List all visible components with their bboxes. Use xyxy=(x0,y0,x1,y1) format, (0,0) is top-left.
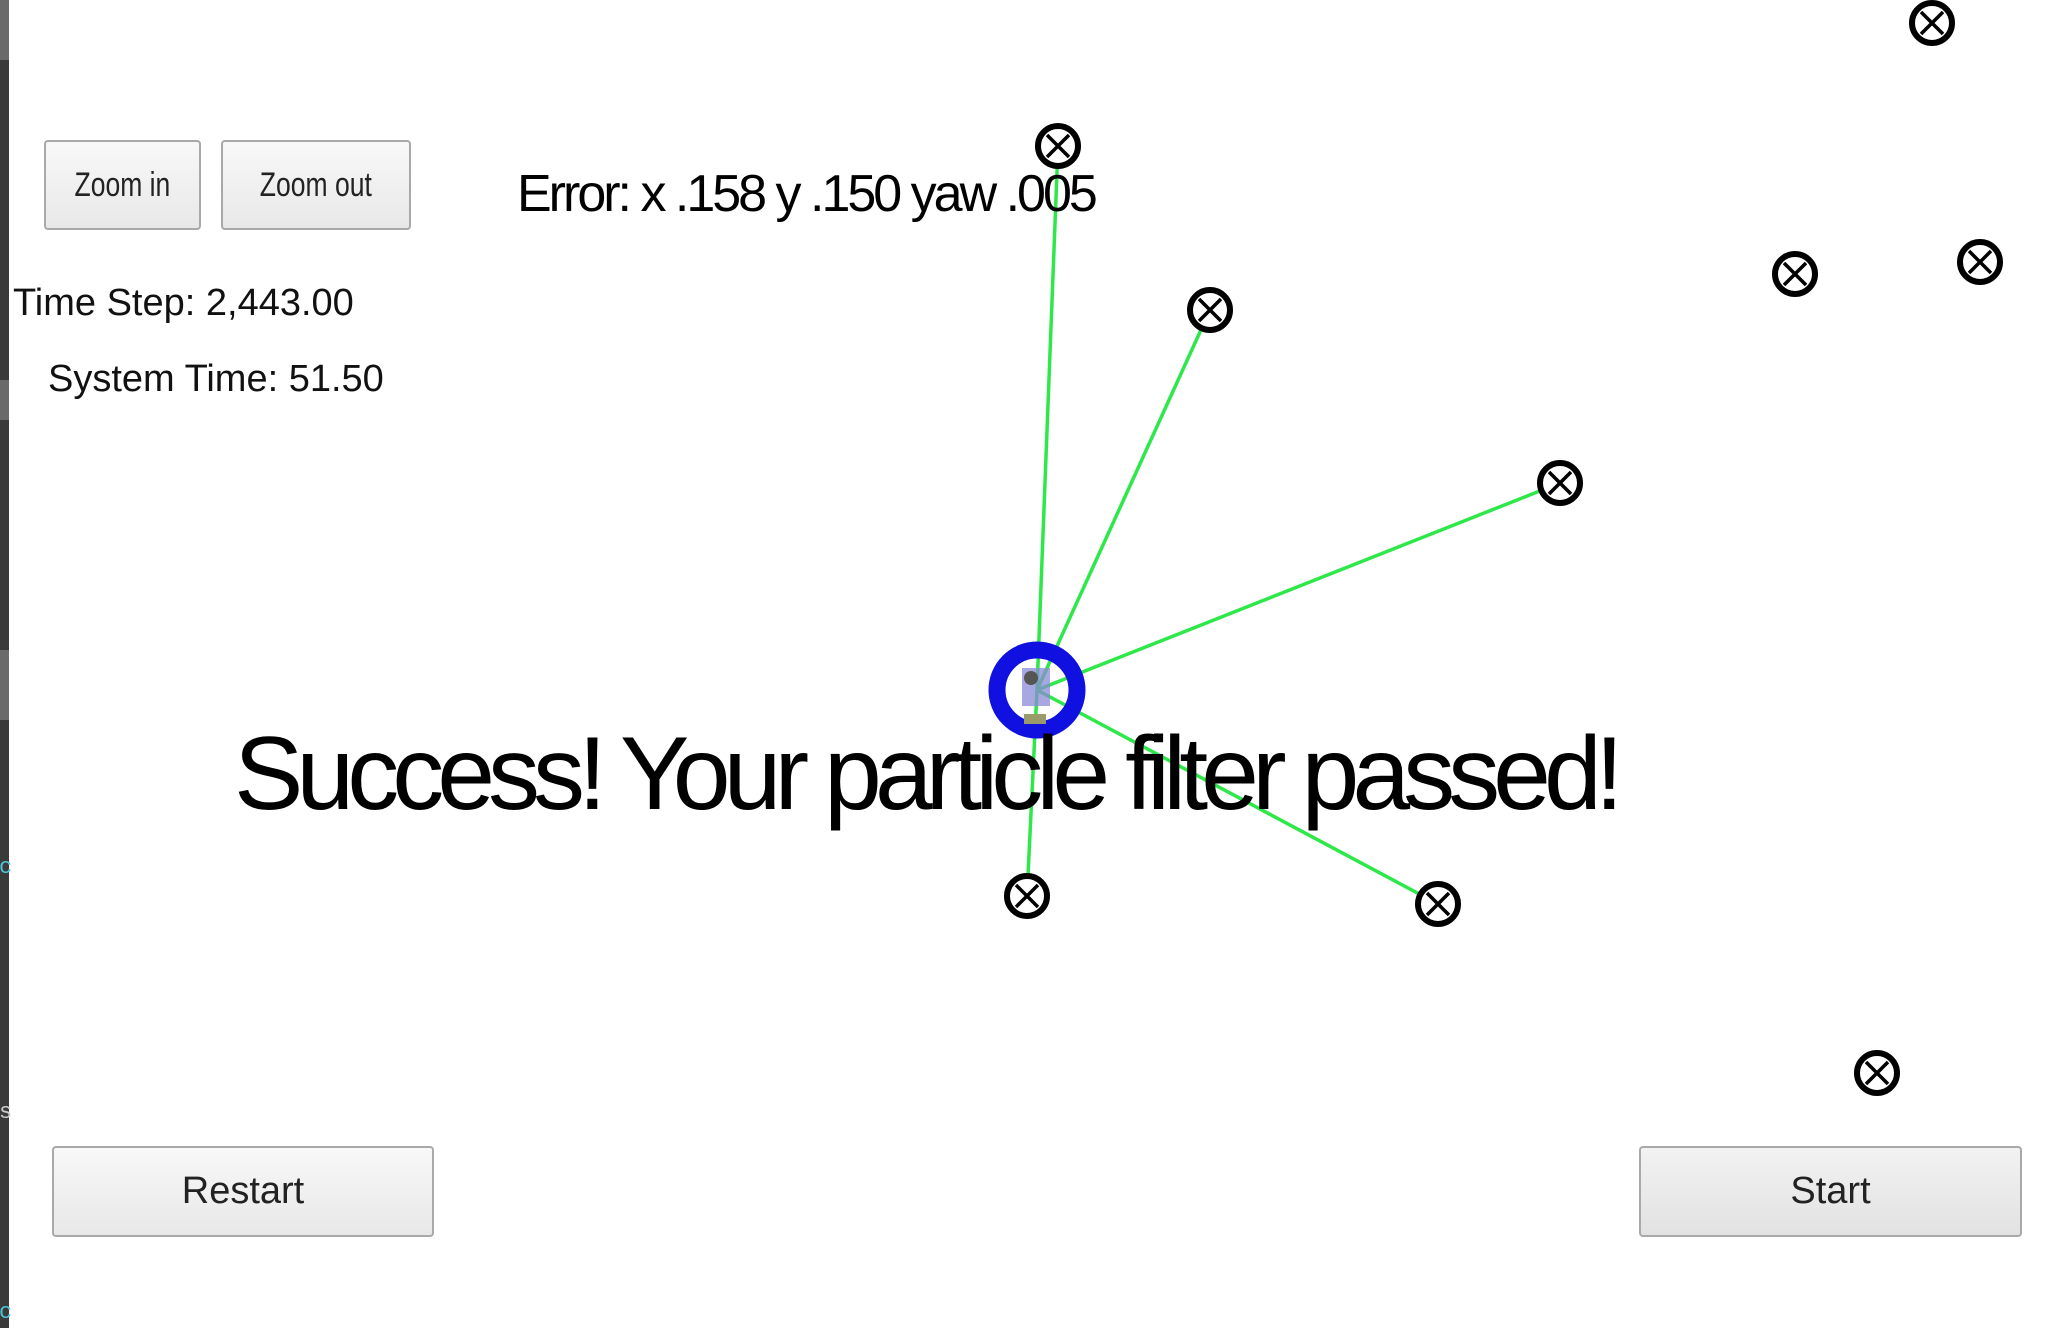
start-label: Start xyxy=(1790,1170,1871,1212)
landmark-icon xyxy=(1415,881,1461,927)
landmark-icon xyxy=(1957,239,2003,285)
landmark-icon xyxy=(1537,460,1583,506)
error-readout: Error: x .158 y .150 yaw .005 xyxy=(517,165,1098,223)
zoom-out-label: Zoom out xyxy=(259,165,373,204)
landmark-icon xyxy=(1187,287,1233,333)
start-button[interactable]: Start xyxy=(1639,1146,2022,1237)
system-time-readout: System Time: 51.50 xyxy=(48,358,384,400)
restart-button[interactable]: Restart xyxy=(52,1146,434,1237)
simulator-window: c s c Zoom in Zoom out Time Step: 2,443.… xyxy=(0,0,2058,1328)
success-message: Success! Your particle filter passed! xyxy=(234,716,1624,832)
landmark-icon xyxy=(1909,0,1955,46)
landmark-icon xyxy=(1004,873,1050,919)
landmark-icon xyxy=(1772,251,1818,297)
landmarks xyxy=(1004,0,2003,1096)
time-step-readout: Time Step: 2,443.00 xyxy=(13,282,354,324)
landmark-icon xyxy=(1035,123,1081,169)
zoom-in-label: Zoom in xyxy=(74,165,171,204)
observation-line xyxy=(1035,145,1060,691)
restart-label: Restart xyxy=(181,1170,305,1212)
zoom-in-button[interactable]: Zoom in xyxy=(44,140,201,230)
landmark-icon xyxy=(1854,1050,1900,1096)
zoom-out-button[interactable]: Zoom out xyxy=(221,140,411,230)
